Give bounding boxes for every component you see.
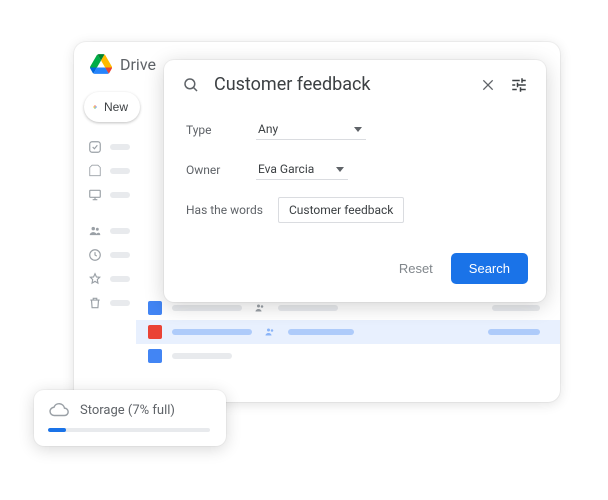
clear-search-icon[interactable] xyxy=(480,77,496,93)
filter-row-owner: Owner Eva Garcia xyxy=(186,157,524,183)
sidebar-item-priority[interactable] xyxy=(88,138,136,156)
nav-label-placeholder xyxy=(110,300,130,306)
file-type-icon xyxy=(148,301,162,315)
owner-label: Owner xyxy=(186,163,256,177)
storage-progress-fill xyxy=(48,428,66,432)
search-filters: Type Any Owner Eva Garcia Has the words … xyxy=(164,105,546,253)
nav-label-placeholder xyxy=(110,252,130,258)
file-meta-placeholder xyxy=(492,305,540,311)
file-row[interactable] xyxy=(136,344,560,368)
search-input[interactable]: Customer feedback xyxy=(214,74,466,95)
nav-label-placeholder xyxy=(110,228,130,234)
sidebar-item-trash[interactable] xyxy=(88,294,136,312)
people-icon xyxy=(88,224,102,238)
sidebar: New xyxy=(74,86,136,398)
type-value: Any xyxy=(258,122,278,136)
trash-icon xyxy=(88,296,102,310)
clock-icon xyxy=(88,248,102,262)
file-name-placeholder xyxy=(172,353,232,359)
drive-folder-icon xyxy=(88,164,102,178)
computer-icon xyxy=(88,188,102,202)
search-bar: Customer feedback xyxy=(164,60,546,105)
file-meta-placeholder xyxy=(488,329,540,335)
file-name-placeholder xyxy=(172,329,252,335)
filter-row-words: Has the words Customer feedback xyxy=(186,197,524,223)
storage-label: Storage (7% full) xyxy=(80,403,175,418)
new-button[interactable]: New xyxy=(84,92,140,122)
nav-label-placeholder xyxy=(110,168,130,174)
search-panel-actions: Reset Search xyxy=(164,253,546,302)
type-label: Type xyxy=(186,123,256,137)
file-type-icon xyxy=(148,325,162,339)
nav-label-placeholder xyxy=(110,144,130,150)
file-meta-placeholder xyxy=(278,305,338,311)
owner-value: Eva Garcia xyxy=(258,162,314,176)
shared-icon xyxy=(262,326,278,338)
chevron-down-icon xyxy=(354,127,362,132)
plus-icon xyxy=(92,100,98,114)
file-meta-placeholder xyxy=(288,329,354,335)
star-icon xyxy=(88,272,102,286)
filter-row-type: Type Any xyxy=(186,117,524,143)
file-row-selected[interactable] xyxy=(136,320,560,344)
words-input[interactable]: Customer feedback xyxy=(278,197,404,223)
type-dropdown[interactable]: Any xyxy=(256,120,366,140)
sidebar-item-starred[interactable] xyxy=(88,270,136,288)
drive-logo-icon xyxy=(90,54,112,74)
search-button[interactable]: Search xyxy=(451,253,528,284)
sidebar-item-computers[interactable] xyxy=(88,186,136,204)
reset-button[interactable]: Reset xyxy=(399,261,433,276)
storage-progress xyxy=(48,428,210,432)
storage-card[interactable]: Storage (7% full) xyxy=(34,390,226,446)
file-name-placeholder xyxy=(172,305,242,311)
shared-icon xyxy=(252,302,268,314)
words-label: Has the words xyxy=(186,203,278,217)
new-button-label: New xyxy=(104,100,128,114)
file-type-icon xyxy=(148,349,162,363)
search-options-icon[interactable] xyxy=(510,76,528,94)
search-icon xyxy=(182,76,200,94)
sidebar-item-mydrive[interactable] xyxy=(88,162,136,180)
search-panel: Customer feedback Type Any Owner Eva Gar… xyxy=(164,60,546,302)
owner-dropdown[interactable]: Eva Garcia xyxy=(256,160,348,180)
nav-label-placeholder xyxy=(110,276,130,282)
storage-header: Storage (7% full) xyxy=(48,402,210,418)
sidebar-item-shared[interactable] xyxy=(88,222,136,240)
cloud-icon xyxy=(48,402,70,418)
words-value: Customer feedback xyxy=(289,203,393,217)
sidebar-item-recent[interactable] xyxy=(88,246,136,264)
chevron-down-icon xyxy=(336,167,344,172)
app-title: Drive xyxy=(120,55,156,74)
nav-label-placeholder xyxy=(110,192,130,198)
check-badge-icon xyxy=(88,140,102,154)
